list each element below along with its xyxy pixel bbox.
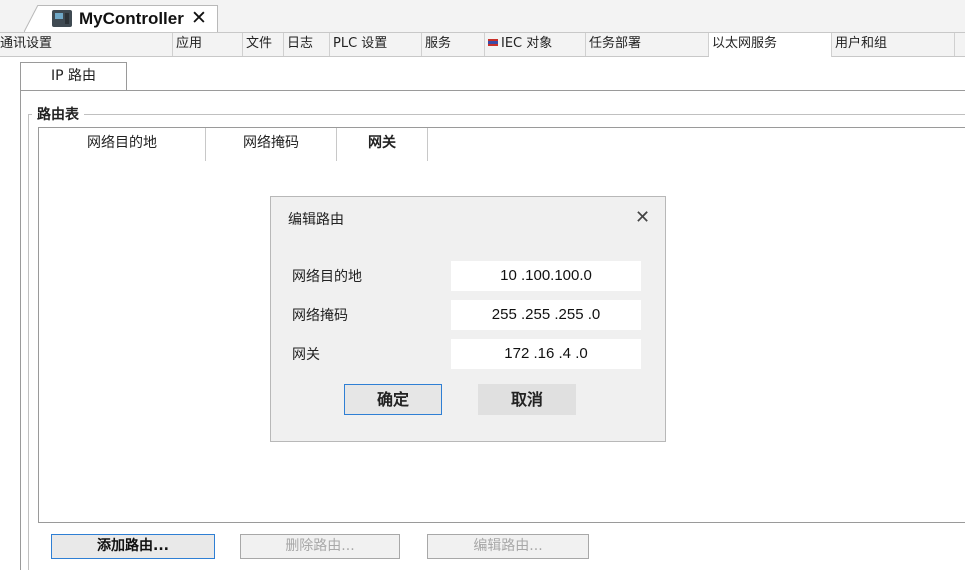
menu-item-plc-settings[interactable]: PLC 设置 [330,33,422,56]
group-box-top [28,114,965,115]
column-header-gateway[interactable]: 网关 [337,128,427,160]
close-icon[interactable]: ✕ [191,7,207,29]
edit-route-button[interactable]: 编辑路由... [427,534,589,559]
dialog-title: 编辑路由 [288,212,344,228]
menu-item-iec-objects[interactable]: IEC 对象 [485,33,586,56]
column-header-netmask[interactable]: 网络掩码 [206,128,336,160]
tab-slant [24,5,39,32]
column-separator [427,128,428,161]
netmask-label: 网络掩码 [292,308,348,324]
destination-field[interactable]: 10 .100.100.0 [451,261,641,291]
menu-item-iec-objects-label: IEC 对象 [501,36,553,51]
menu-item-log[interactable]: 日志 [284,33,330,56]
menu-item-task-deployment[interactable]: 任务部署 [586,33,709,56]
close-icon[interactable]: ✕ [635,207,650,228]
ok-button[interactable]: 确定 [344,384,442,415]
iec-flag-icon [488,39,498,46]
document-tab-title: MyController [79,9,184,28]
gateway-label: 网关 [292,347,320,363]
menu-item-comm-settings[interactable]: 通讯设置 [0,33,173,56]
sub-tab-divider [20,90,965,91]
netmask-field[interactable]: 255 .255 .255 .0 [451,300,641,330]
menu-bar: 通讯设置 应用 文件 日志 PLC 设置 服务 IEC 对象 任务部署 以太网服… [0,32,965,57]
add-route-button[interactable]: 添加路由... [51,534,215,559]
delete-route-button[interactable]: 删除路由... [240,534,400,559]
menu-item-application[interactable]: 应用 [173,33,243,56]
menu-item-ethernet-services[interactable]: 以太网服务 [709,33,832,57]
controller-icon [52,10,72,27]
menu-item-services[interactable]: 服务 [422,33,485,56]
group-box-left [28,114,29,570]
cancel-button[interactable]: 取消 [478,384,576,415]
tab-ip-routing[interactable]: IP 路由 [20,62,127,90]
column-header-destination[interactable]: 网络目的地 [39,128,205,160]
group-title: 路由表 [32,104,84,124]
menu-item-users-groups[interactable]: 用户和组 [832,33,955,56]
content-border [20,90,21,570]
menu-item-files[interactable]: 文件 [243,33,284,56]
gateway-field[interactable]: 172 .16 .4 .0 [451,339,641,369]
destination-label: 网络目的地 [292,269,362,285]
